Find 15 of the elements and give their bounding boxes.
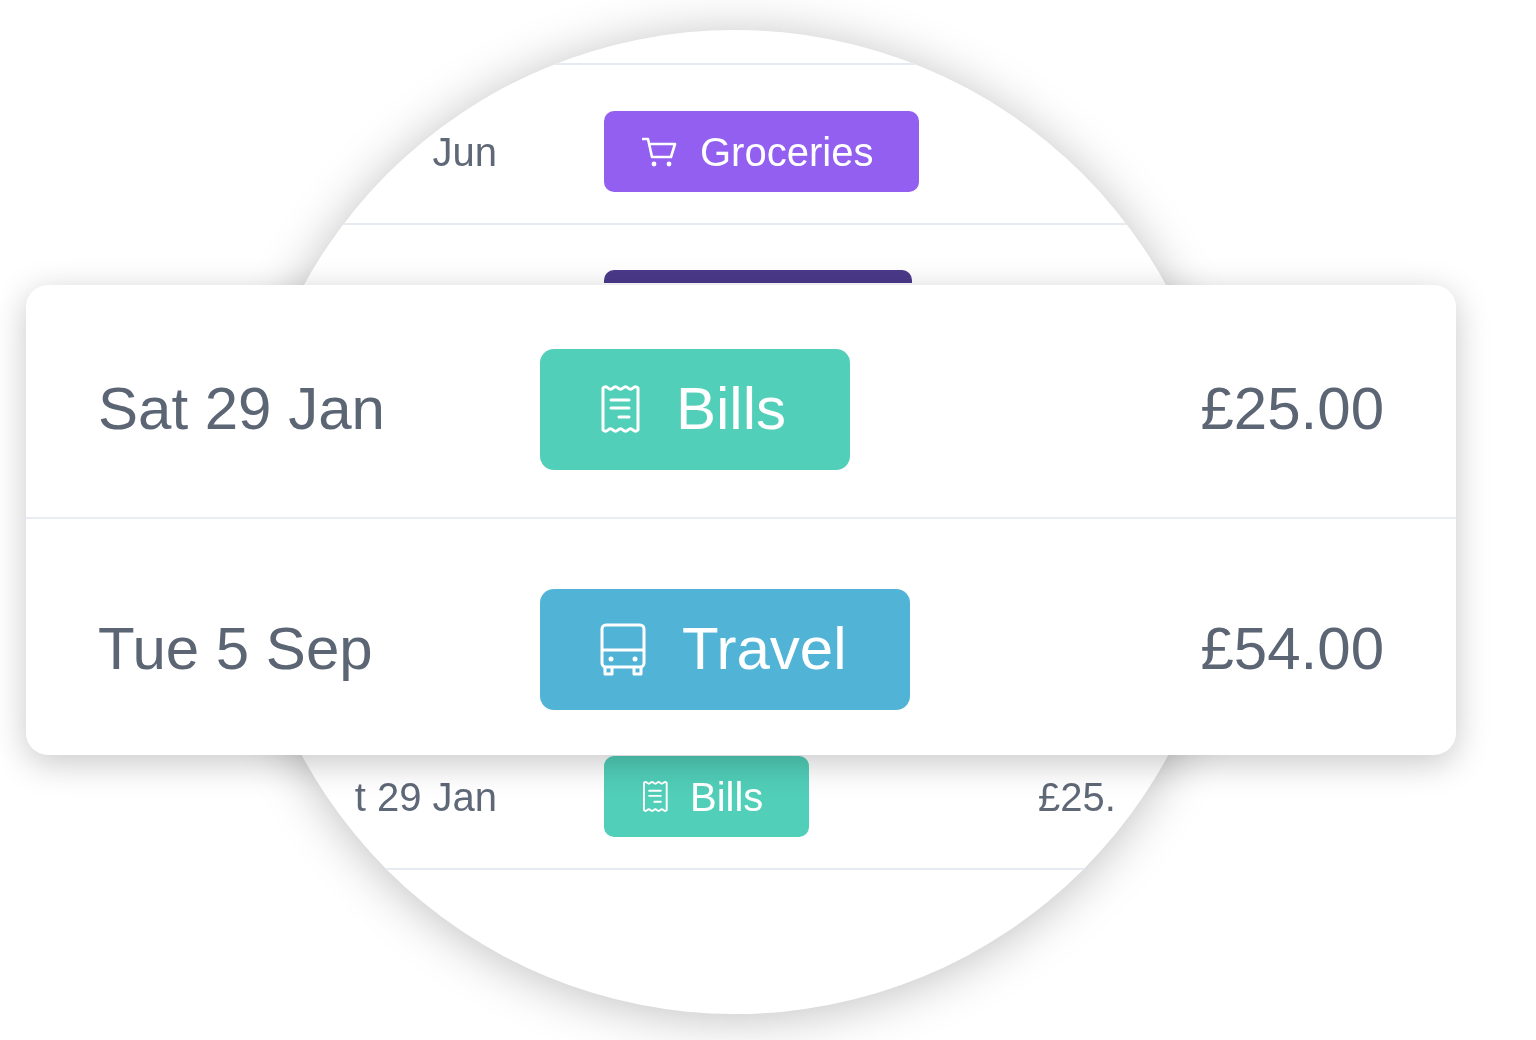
category-label: Groceries [700,131,874,172]
receipt-icon [600,384,640,434]
receipt-icon [642,780,668,813]
date-text: t 29 Jan [354,776,497,817]
cart-icon [642,135,678,168]
date-text: Jun [432,131,497,172]
amount-text: £25. [1038,776,1116,817]
date-text: Sat 29 Jan [98,375,385,442]
amount-text: £25.00 [1200,379,1384,439]
amount-text: £54.00 [1200,619,1384,679]
category-label: Travel [682,619,847,679]
category-label: Bills [690,776,764,817]
bus-icon [600,622,646,676]
category-label: Bills [676,379,786,439]
date-text: Tue 5 Sep [98,615,373,682]
